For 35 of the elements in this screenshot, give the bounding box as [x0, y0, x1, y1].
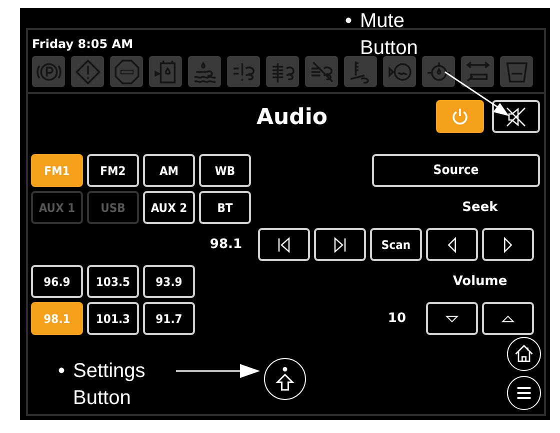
callout-arrow — [444, 71, 509, 116]
source-tab[interactable]: AUX 2 — [143, 191, 195, 224]
callout-label: Mute Button — [360, 9, 419, 61]
mute-button[interactable] — [492, 100, 540, 133]
source-tab[interactable]: BT — [199, 191, 251, 224]
settings-button[interactable] — [264, 358, 306, 400]
date-time: Friday 8:05 AM — [32, 37, 134, 51]
callout-label: Settings Button — [73, 359, 146, 411]
bullet-mark: • — [58, 359, 66, 384]
source-tab[interactable]: AM — [143, 154, 195, 187]
skip-forward-button[interactable] — [314, 228, 366, 261]
home-icon — [513, 343, 535, 365]
preset-button[interactable]: 96.9 — [31, 265, 83, 298]
volume-value: 10 — [388, 311, 406, 326]
home-button[interactable] — [507, 337, 541, 371]
source-tab[interactable]: WB — [199, 154, 251, 187]
volume-label: Volume — [452, 274, 508, 289]
source-button[interactable]: Source — [372, 154, 540, 187]
frequency-readout: 98.1 — [210, 237, 242, 252]
screen-title: Audio — [256, 104, 328, 130]
preset-button[interactable]: 91.7 — [143, 302, 195, 335]
speaker-muted-icon — [504, 104, 528, 128]
preset-button[interactable]: 93.9 — [143, 265, 195, 298]
volume-down-button[interactable] — [426, 302, 478, 335]
right-button[interactable] — [482, 228, 534, 261]
seek-label: Seek — [461, 200, 499, 215]
menu-button[interactable] — [507, 376, 541, 410]
source-tab[interactable]: FM2 — [87, 154, 139, 187]
left-button[interactable] — [426, 228, 478, 261]
volume-up-button[interactable] — [482, 302, 534, 335]
preset-button[interactable]: 101.3 — [87, 302, 139, 335]
scan-button[interactable]: Scan — [370, 228, 422, 261]
bullet-mark: • — [345, 9, 352, 34]
skip-back-button[interactable] — [258, 228, 310, 261]
preset-button[interactable]: 103.5 — [87, 265, 139, 298]
